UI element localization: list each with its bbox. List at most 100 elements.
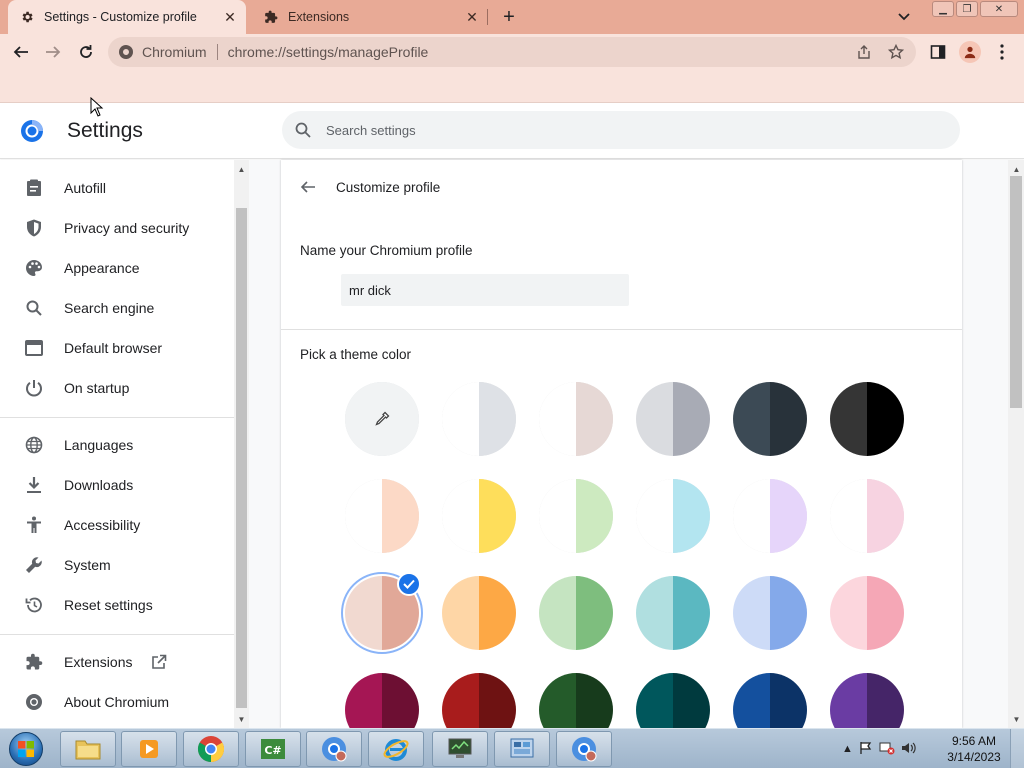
sidebar-item-on-startup[interactable]: On startup	[0, 368, 234, 408]
sidebar-item-autofill[interactable]: Autofill	[0, 168, 234, 208]
taskbar-csharp[interactable]: C#	[245, 731, 301, 767]
sidebar-item-extensions[interactable]: Extensions	[0, 642, 234, 682]
theme-color-swatch[interactable]	[830, 382, 904, 456]
scroll-down-arrow-icon[interactable]: ▼	[1009, 712, 1024, 726]
profile-name-input[interactable]	[341, 274, 629, 306]
theme-color-swatch[interactable]	[636, 382, 710, 456]
swatch-left-half	[636, 382, 673, 456]
theme-color-swatch[interactable]	[636, 576, 710, 650]
taskbar-chromium-active[interactable]	[556, 731, 612, 767]
sidebar-item-label: Languages	[64, 437, 134, 453]
swatch-right-half	[479, 479, 516, 553]
volume-icon[interactable]	[901, 741, 917, 758]
system-clock[interactable]: 9:56 AM 3/14/2023	[944, 733, 1004, 765]
new-tab-button[interactable]: +	[498, 6, 520, 28]
back-arrow-button[interactable]	[297, 176, 319, 198]
theme-color-swatch[interactable]	[539, 479, 613, 553]
menu-dots-icon[interactable]	[990, 40, 1014, 64]
main-scroll-thumb[interactable]	[1010, 176, 1022, 408]
sidebar-item-downloads[interactable]: Downloads	[0, 465, 234, 505]
sidebar-scrollbar[interactable]: ▲ ▼	[234, 160, 249, 728]
theme-color-swatch[interactable]	[442, 479, 516, 553]
theme-color-swatch[interactable]	[345, 673, 419, 728]
sidebar-item-system[interactable]: System	[0, 545, 234, 585]
sidebar-item-privacy[interactable]: Privacy and security	[0, 208, 234, 248]
forward-button[interactable]	[41, 40, 65, 64]
theme-color-swatch[interactable]	[830, 479, 904, 553]
close-tab-icon[interactable]: ✕	[220, 7, 240, 27]
sidebar-item-label: Default browser	[64, 340, 163, 356]
wrench-icon	[24, 555, 44, 575]
theme-color-swatch[interactable]	[733, 382, 807, 456]
main-scrollbar[interactable]: ▲ ▼	[1008, 160, 1024, 728]
search-settings-field[interactable]: Search settings	[282, 111, 960, 149]
close-tab-icon[interactable]: ✕	[462, 7, 482, 27]
theme-color-swatch[interactable]	[636, 673, 710, 728]
theme-color-swatch[interactable]	[636, 479, 710, 553]
theme-color-swatch[interactable]	[345, 479, 419, 553]
person-icon	[964, 46, 976, 59]
sidebar-item-default-browser[interactable]: Default browser	[0, 328, 234, 368]
scroll-up-arrow-icon[interactable]: ▲	[1009, 162, 1024, 176]
back-button[interactable]	[9, 40, 33, 64]
sidebar-scroll-thumb[interactable]	[236, 208, 247, 708]
sidebar-item-label: About Chromium	[64, 694, 170, 710]
theme-color-swatch[interactable]	[442, 576, 516, 650]
sidebar-item-label: Privacy and security	[64, 220, 190, 236]
theme-color-swatch[interactable]	[733, 479, 807, 553]
sidebar-item-appearance[interactable]: Appearance	[0, 248, 234, 288]
sidebar-item-accessibility[interactable]: Accessibility	[0, 505, 234, 545]
scroll-down-arrow-icon[interactable]: ▼	[234, 712, 249, 726]
network-error-icon[interactable]	[879, 741, 895, 758]
tab-search-chevron-icon[interactable]	[894, 8, 914, 26]
taskbar-chromium-profile[interactable]	[306, 731, 362, 767]
puzzle-icon	[24, 652, 44, 672]
clipboard-icon	[24, 178, 44, 198]
accessibility-icon	[24, 515, 44, 535]
sidebar-item-search-engine[interactable]: Search engine	[0, 288, 234, 328]
theme-color-swatch[interactable]	[442, 673, 516, 728]
forward-arrow-icon	[46, 46, 61, 58]
scroll-up-arrow-icon[interactable]: ▲	[234, 162, 249, 176]
show-hidden-icons-arrow-icon[interactable]: ▲	[842, 743, 853, 755]
minimize-button[interactable]: ▁	[932, 1, 954, 17]
custom-color-picker-swatch[interactable]	[345, 382, 419, 456]
taskbar-control-panel[interactable]	[494, 731, 550, 767]
window-close-button[interactable]: ✕	[980, 1, 1018, 17]
theme-color-swatch[interactable]	[442, 382, 516, 456]
mouse-cursor-icon	[90, 96, 104, 117]
profile-avatar-button[interactable]	[958, 40, 982, 64]
show-desktop-button[interactable]	[1010, 729, 1024, 768]
restore-button[interactable]: ❐	[956, 1, 978, 17]
taskbar-internet-explorer[interactable]	[368, 731, 424, 767]
sidebar-divider	[0, 634, 234, 635]
sidebar-item-label: System	[64, 557, 111, 573]
tab-extensions[interactable]: Extensions ✕	[252, 0, 488, 34]
page-title: Settings	[67, 119, 143, 142]
reload-button[interactable]	[74, 40, 98, 64]
windows-taskbar: C# ▲ 9:56 AM 3/14/2023	[0, 728, 1024, 768]
bookmark-star-icon[interactable]	[884, 40, 908, 64]
address-bar[interactable]: Chromium chrome://settings/manageProfile	[108, 37, 916, 67]
url-text[interactable]: chrome://settings/manageProfile	[228, 44, 852, 60]
taskbar-monitor-app[interactable]	[432, 731, 488, 767]
sidebar-item-languages[interactable]: Languages	[0, 425, 234, 465]
theme-color-swatch[interactable]	[733, 673, 807, 728]
sidebar-item-about[interactable]: About Chromium	[0, 682, 234, 722]
sidebar-item-reset[interactable]: Reset settings	[0, 585, 234, 625]
tab-settings[interactable]: Settings - Customize profile ✕	[8, 0, 246, 34]
side-panel-icon[interactable]	[926, 40, 950, 64]
theme-color-swatch[interactable]	[539, 576, 613, 650]
taskbar-chrome[interactable]	[183, 731, 239, 767]
share-icon[interactable]	[852, 40, 876, 64]
customize-profile-card: Customize profile Name your Chromium pro…	[281, 160, 962, 728]
theme-color-swatch[interactable]	[830, 673, 904, 728]
taskbar-media-player[interactable]	[121, 731, 177, 767]
theme-color-swatch[interactable]	[830, 576, 904, 650]
theme-color-swatch[interactable]	[539, 382, 613, 456]
taskbar-explorer[interactable]	[60, 731, 116, 767]
start-button[interactable]	[6, 730, 46, 768]
theme-color-swatch[interactable]	[733, 576, 807, 650]
action-center-flag-icon[interactable]	[859, 741, 873, 758]
theme-color-swatch[interactable]	[539, 673, 613, 728]
